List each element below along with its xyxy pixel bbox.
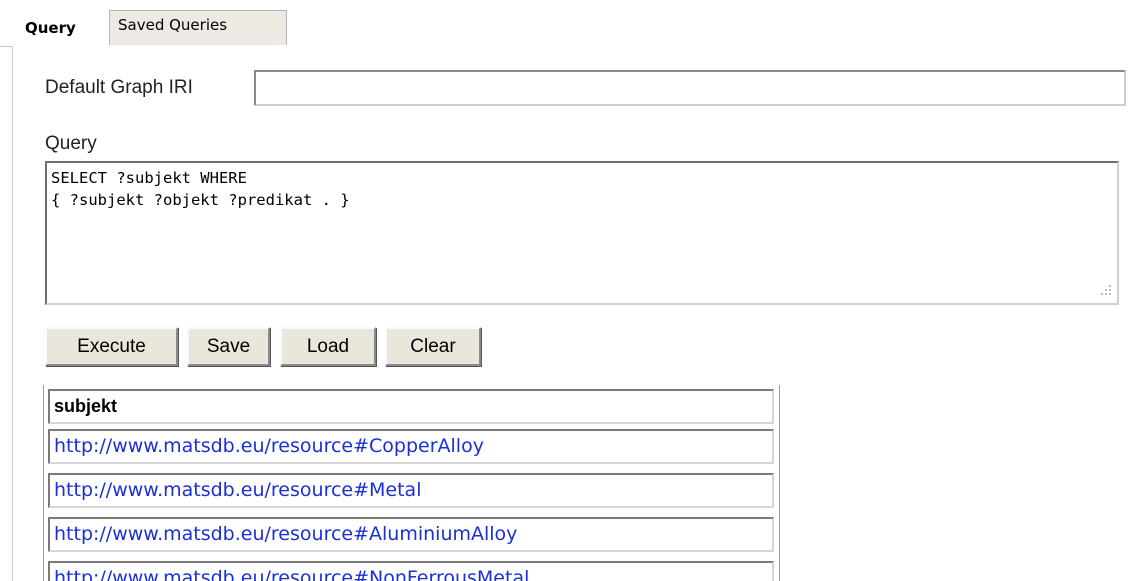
default-graph-label: Default Graph IRI [45,77,193,98]
tab-bar: Query Saved Queries [0,0,1131,47]
result-link[interactable]: http://www.matsdb.eu/resource#NonFerrous… [54,567,529,581]
default-graph-iri-input[interactable] [254,70,1126,106]
clear-button[interactable]: Clear [385,327,481,366]
results-table: subjekt http://www.matsdb.eu/resource#Co… [43,385,780,581]
table-row: http://www.matsdb.eu/resource#AluminiumA… [48,517,774,552]
results-header-subjekt: subjekt [48,389,774,424]
query-label: Query [45,133,97,154]
result-link[interactable]: http://www.matsdb.eu/resource#Metal [54,479,421,501]
result-link[interactable]: http://www.matsdb.eu/resource#CopperAllo… [54,435,484,457]
tab-saved-queries[interactable]: Saved Queries [109,10,287,45]
result-link[interactable]: http://www.matsdb.eu/resource#AluminiumA… [54,523,517,545]
tab-query[interactable]: Query [12,11,108,47]
query-textarea[interactable]: SELECT ?subjekt WHERE { ?subjekt ?objekt… [45,161,1119,305]
save-button[interactable]: Save [187,327,270,366]
execute-button[interactable]: Execute [45,327,178,366]
table-row: http://www.matsdb.eu/resource#CopperAllo… [48,429,774,464]
resize-grip-icon[interactable] [1097,283,1113,299]
table-row: http://www.matsdb.eu/resource#NonFerrous… [48,561,774,581]
table-row: http://www.matsdb.eu/resource#Metal [48,473,774,508]
load-button[interactable]: Load [280,327,376,366]
